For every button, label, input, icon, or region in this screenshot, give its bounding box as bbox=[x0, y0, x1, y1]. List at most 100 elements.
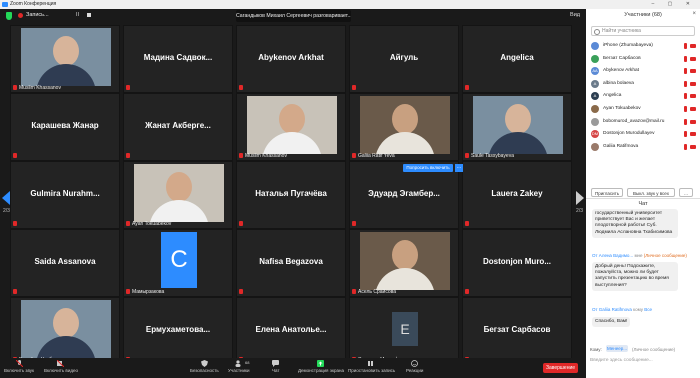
video-tile[interactable]: Наталья Пугачёва bbox=[236, 161, 346, 229]
participants-more-button[interactable]: ... bbox=[679, 188, 693, 197]
shield-icon bbox=[200, 360, 208, 367]
video-tile[interactable]: Ayan Tokuabekov bbox=[123, 161, 233, 229]
invite-button[interactable]: Пригласить bbox=[591, 188, 623, 197]
participants-count: 68 bbox=[245, 360, 250, 365]
video-tile[interactable]: Angelica bbox=[462, 25, 572, 93]
sender-link[interactable]: От Galiia Ratifmova bbox=[592, 307, 632, 312]
video-tile[interactable]: Ерсайын Утебаев... bbox=[10, 297, 120, 365]
video-label: Включить видео bbox=[44, 368, 78, 373]
mic-muted-icon bbox=[352, 85, 356, 90]
participant-row[interactable]: A Angelica bbox=[586, 90, 700, 103]
participant-name: Бегзат Сарбасов bbox=[483, 325, 551, 334]
video-tile[interactable]: Ермухаметова... bbox=[123, 297, 233, 365]
mic-muted-icon bbox=[684, 143, 687, 150]
video-tile[interactable]: Dostonjon Muro... bbox=[462, 229, 572, 297]
mic-muted-icon bbox=[126, 153, 130, 158]
search-placeholder: Найти участника bbox=[602, 28, 641, 34]
video-tile[interactable]: Saule Tassybayeva bbox=[462, 93, 572, 161]
security-button[interactable]: Безопасность bbox=[190, 360, 219, 373]
participant-label: Saule Tassybayeva bbox=[471, 153, 514, 159]
participant-row[interactable]: bobomurod_avazov@mail.ru bbox=[586, 116, 700, 129]
video-tile[interactable]: Galiia Ratif Yeva bbox=[349, 93, 459, 161]
chat-message: Добрый день! Подскажите, пожалуйста, мож… bbox=[592, 262, 678, 291]
video-tile[interactable]: Жанат Акберге... bbox=[123, 93, 233, 161]
participant-row[interactable]: Бегзат Сарбасов bbox=[586, 53, 700, 66]
video-tile[interactable]: C Мамырзакова bbox=[123, 229, 233, 297]
side-panel: Участники (68) × Найти участника iPhone … bbox=[586, 9, 700, 378]
mic-muted-icon bbox=[465, 289, 469, 294]
ask-to-unmute-button[interactable]: Попросить включить bbox=[403, 164, 453, 172]
participant-name: Saida Assanova bbox=[34, 257, 96, 266]
participants-button[interactable]: Участники 68 bbox=[228, 360, 250, 373]
stop-recording-button[interactable] bbox=[87, 13, 91, 17]
share-screen-button[interactable]: Демонстрация экрана bbox=[298, 360, 344, 373]
mic-label: Включить звук bbox=[4, 368, 35, 373]
close-icon[interactable]: × bbox=[692, 11, 696, 17]
mic-muted-icon bbox=[126, 289, 130, 294]
video-tile[interactable]: Асель Срайсова bbox=[349, 229, 459, 297]
chat-input[interactable]: Введите здесь сообщение... bbox=[590, 358, 653, 363]
video-button[interactable]: Включить видео bbox=[44, 359, 78, 373]
search-icon bbox=[594, 29, 600, 35]
video-tile[interactable]: Бегзат Сарбасов bbox=[462, 297, 572, 365]
recipient-select[interactable]: Менеер... bbox=[606, 345, 628, 352]
mic-muted-icon bbox=[465, 153, 469, 158]
chat-bubble-icon bbox=[272, 360, 280, 367]
participant-name: Елена Анатолье... bbox=[255, 325, 327, 334]
mic-muted-icon bbox=[684, 68, 687, 75]
video-tile[interactable]: Abykenov Arkhat bbox=[236, 25, 346, 93]
video-tile[interactable]: Nafisa Begazova bbox=[236, 229, 346, 297]
participant-name: Galiia Ratifmova bbox=[603, 143, 639, 149]
participant-row[interactable]: DM Dostonjon Murodullayev bbox=[586, 128, 700, 141]
window-controls[interactable]: – ▢ ✕ bbox=[652, 0, 696, 9]
recording-label: Запись... bbox=[26, 12, 49, 18]
sender-link[interactable]: От Алена Вадимо... bbox=[592, 253, 633, 258]
chat-meta: От Galiia Ratifmova кому Все bbox=[592, 307, 652, 312]
participant-name: bobomurod_avazov@mail.ru bbox=[603, 118, 665, 124]
view-button[interactable]: Вид bbox=[570, 12, 580, 18]
video-tile[interactable]: Елена Анатолье... bbox=[236, 297, 346, 365]
tile-more-button[interactable]: ... bbox=[455, 164, 463, 172]
prev-page-arrow-icon[interactable] bbox=[2, 191, 10, 205]
pause-recording-button[interactable]: II bbox=[76, 12, 79, 18]
participant-row[interactable]: Aalbina bolaeva bbox=[586, 78, 700, 91]
record-button[interactable]: Приостановить запись bbox=[348, 360, 395, 373]
shield-icon[interactable] bbox=[6, 12, 12, 20]
video-tile[interactable]: Muslim Khassanov bbox=[10, 25, 120, 93]
participant-avatar: E bbox=[392, 312, 418, 346]
meeting-toolbar: Включить звук Включить видео Безопасност… bbox=[0, 358, 586, 378]
video-tile[interactable]: Карашева Жанар bbox=[10, 93, 120, 161]
reactions-button[interactable]: Реакции bbox=[406, 360, 423, 373]
video-tile[interactable]: Мадина Садвок... bbox=[123, 25, 233, 93]
video-tile[interactable]: Gulmira Nurahm... bbox=[10, 161, 120, 229]
video-tile[interactable]: Muslim Khassanov bbox=[236, 93, 346, 161]
camera-off-icon bbox=[690, 69, 696, 74]
next-page-arrow-icon[interactable] bbox=[576, 191, 584, 205]
end-meeting-button[interactable]: Завершение bbox=[543, 363, 578, 373]
participant-label: Muslim Khassanov bbox=[245, 153, 287, 159]
avatar: A bbox=[591, 79, 599, 88]
participant-search-input[interactable]: Найти участника bbox=[591, 26, 695, 36]
participant-row[interactable]: Ayan Tokuabekov bbox=[586, 103, 700, 116]
participant-row[interactable]: iPhone (Zhumabayeva) bbox=[586, 40, 700, 53]
mute-all-button[interactable]: Выкл. звук у всех bbox=[627, 188, 675, 197]
participant-name: Lauera Zakey bbox=[491, 189, 543, 198]
camera-off-icon bbox=[690, 44, 696, 48]
video-tile[interactable]: EЭльмира Мустафаева bbox=[349, 297, 459, 365]
video-tile[interactable]: Lauera Zakey bbox=[462, 161, 572, 229]
mic-muted-icon bbox=[239, 85, 243, 90]
mic-muted-icon bbox=[684, 43, 687, 49]
avatar bbox=[591, 117, 599, 126]
avatar bbox=[591, 42, 599, 50]
participant-row[interactable]: AA Abykenov Arkhat bbox=[586, 65, 700, 78]
pause-stop-icon bbox=[368, 360, 375, 367]
participant-name: Мадина Садвок... bbox=[143, 53, 213, 62]
record-label: Приостановить запись bbox=[348, 368, 396, 373]
mic-button[interactable]: Включить звук bbox=[4, 359, 35, 373]
video-tile[interactable]: Айгуль bbox=[349, 25, 459, 93]
chat-button[interactable]: Чат bbox=[272, 360, 279, 373]
participant-video bbox=[247, 96, 337, 154]
video-tile[interactable]: Saida Assanova bbox=[10, 229, 120, 297]
participant-row[interactable]: Galiia Ratifmova bbox=[586, 141, 700, 154]
participant-video bbox=[360, 96, 450, 154]
